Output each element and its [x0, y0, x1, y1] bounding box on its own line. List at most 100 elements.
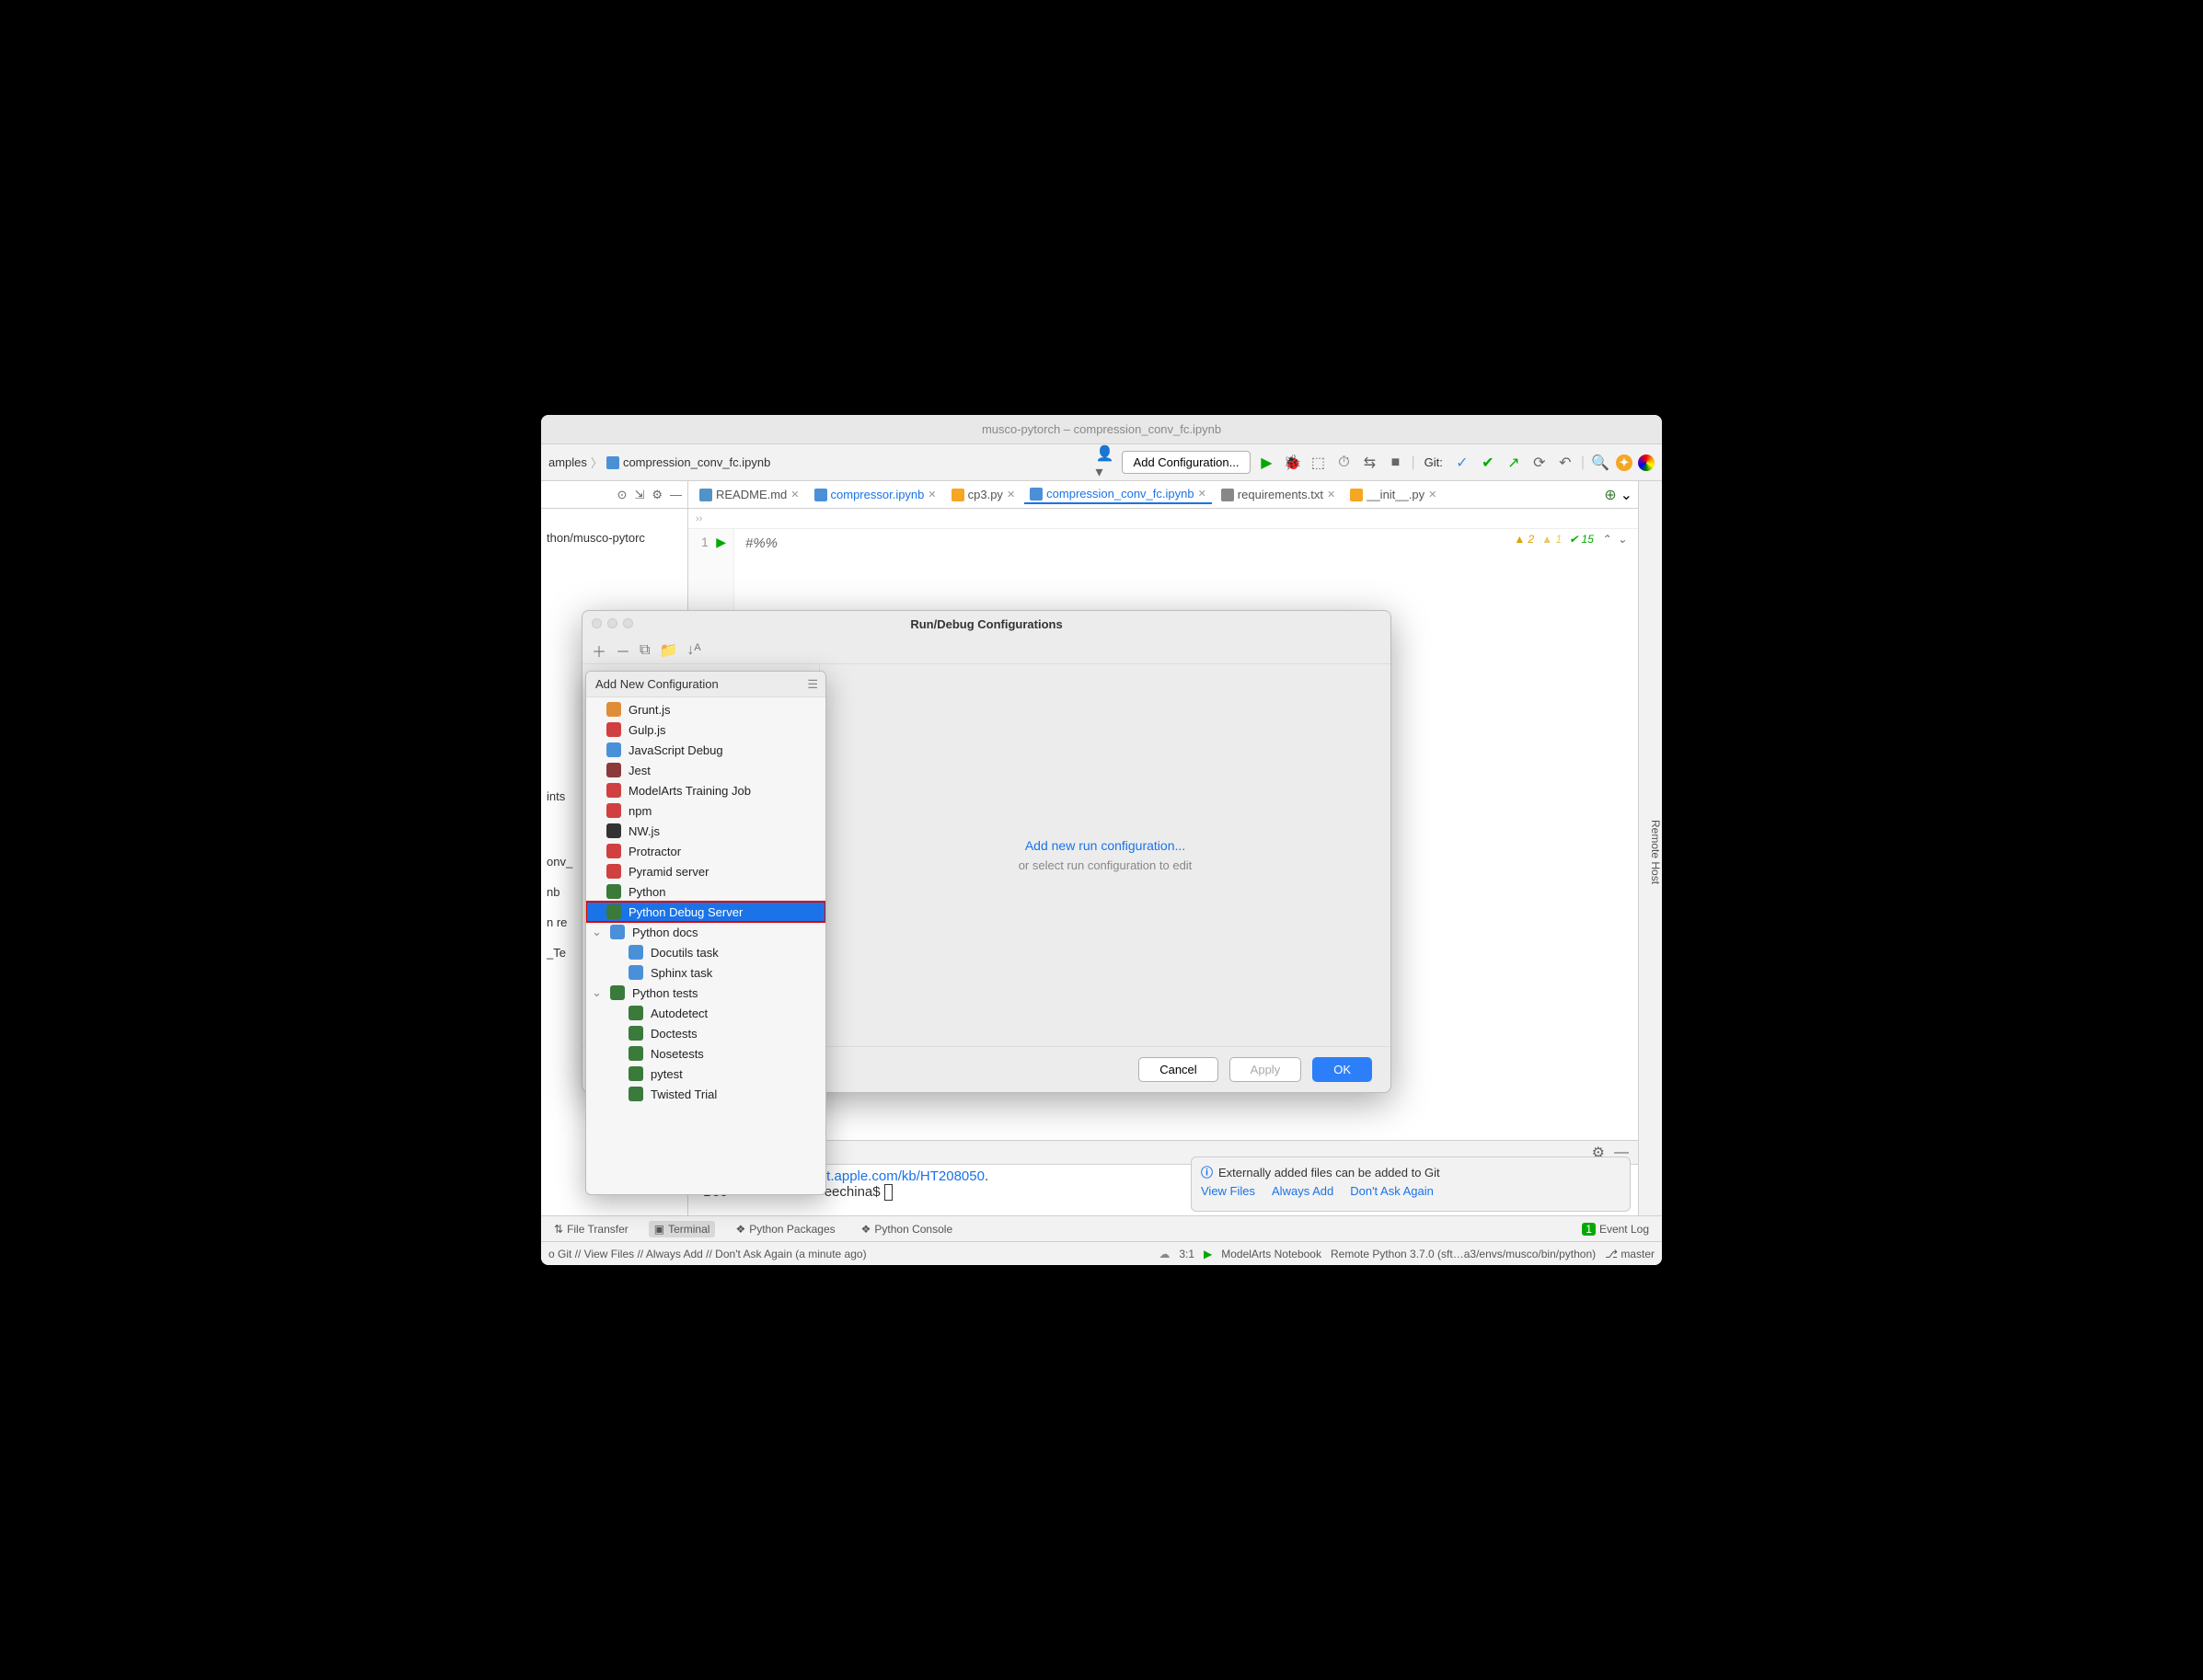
config-type-item[interactable]: Twisted Trial: [586, 1084, 825, 1104]
tab-readme[interactable]: README.md✕: [694, 486, 805, 503]
config-type-item[interactable]: ModelArts Training Job: [586, 780, 825, 800]
notebook-icon: [606, 456, 619, 469]
config-type-item[interactable]: ⌄Python docs: [586, 922, 825, 942]
config-type-item[interactable]: Gulp.js: [586, 719, 825, 740]
config-type-item[interactable]: Docutils task: [586, 942, 825, 962]
notebook-icon: [814, 489, 827, 501]
dont-ask-link[interactable]: Don't Ask Again: [1350, 1184, 1434, 1198]
tab-cp3[interactable]: cp3.py✕: [946, 486, 1021, 503]
config-type-item[interactable]: Python Debug Server: [586, 902, 825, 922]
remote-host-tab[interactable]: Remote Host: [1649, 820, 1662, 884]
interpreter[interactable]: Remote Python 3.7.0 (sft…a3/envs/musco/b…: [1331, 1248, 1596, 1260]
expand-all-icon[interactable]: ⇲: [634, 488, 644, 502]
code-with-me-icon[interactable]: [1638, 455, 1655, 471]
run-icon[interactable]: ▶: [1256, 453, 1276, 473]
config-type-item[interactable]: Grunt.js: [586, 699, 825, 719]
git-notification: ⓘExternally added files can be added to …: [1191, 1156, 1631, 1212]
close-icon[interactable]: ✕: [790, 489, 799, 501]
apply-button[interactable]: Apply: [1229, 1057, 1302, 1082]
config-type-item[interactable]: Jest: [586, 760, 825, 780]
ide-settings-icon[interactable]: ✦: [1616, 455, 1632, 471]
tab-init[interactable]: __init__.py✕: [1344, 486, 1442, 503]
python-console-tab[interactable]: ❖ Python Console: [856, 1221, 959, 1237]
add-cell-icon[interactable]: ⊕: [1604, 486, 1616, 504]
config-type-item[interactable]: npm: [586, 800, 825, 821]
terminal-panel[interactable]: easxxxxxxxxxxxxxxrt.apple.com/kb/HT20805…: [688, 1164, 1638, 1215]
tab-requirements[interactable]: requirements.txt✕: [1216, 486, 1341, 503]
breadcrumb-file[interactable]: compression_conv_fc.ipynb: [623, 455, 770, 469]
config-type-item[interactable]: Nosetests: [586, 1043, 825, 1064]
config-type-item[interactable]: Doctests: [586, 1023, 825, 1043]
git-pull-icon[interactable]: ✓: [1452, 453, 1472, 473]
cancel-button[interactable]: Cancel: [1138, 1057, 1217, 1082]
config-type-item[interactable]: Autodetect: [586, 1003, 825, 1023]
chevron-down-icon[interactable]: ⌄: [1618, 533, 1627, 546]
popup-header: Add New Configuration ☰: [586, 672, 825, 697]
python-packages-tab[interactable]: ❖ Python Packages: [730, 1221, 840, 1237]
config-type-item[interactable]: NW.js: [586, 821, 825, 841]
coverage-icon[interactable]: ⬚: [1308, 453, 1328, 473]
git-push-icon[interactable]: ↗: [1504, 453, 1524, 473]
config-type-item[interactable]: Protractor: [586, 841, 825, 861]
inspection-widget[interactable]: ▲ 2 ▲ 1 ✔ 15 ⌃ ⌄: [1514, 533, 1627, 546]
add-new-config-link[interactable]: Add new run configuration...: [1025, 838, 1185, 853]
chevron-up-icon[interactable]: ⌃: [1601, 533, 1610, 546]
bottom-tabs: ⇅ File Transfer ▣ Terminal ❖ Python Pack…: [541, 1215, 1662, 1241]
filter-icon[interactable]: ☰: [807, 677, 818, 692]
zoom-window-icon[interactable]: [623, 618, 633, 628]
save-template-icon[interactable]: 📁: [659, 641, 677, 660]
search-icon[interactable]: 🔍: [1590, 453, 1610, 473]
close-icon[interactable]: ✕: [1007, 489, 1015, 501]
config-type-item[interactable]: Sphinx task: [586, 962, 825, 983]
cursor-position[interactable]: 3:1: [1179, 1248, 1194, 1260]
terminal-tab[interactable]: ▣ Terminal: [649, 1221, 716, 1237]
stop-icon[interactable]: ■: [1385, 453, 1405, 473]
copy-icon[interactable]: ⧉: [640, 642, 650, 659]
revert-icon[interactable]: ↶: [1555, 453, 1575, 473]
editor-breadcrumb: ››: [688, 509, 1638, 529]
run-cell-icon[interactable]: ▶: [716, 535, 726, 549]
event-log-tab[interactable]: 1 Event Log: [1576, 1221, 1655, 1237]
config-type-item[interactable]: JavaScript Debug: [586, 740, 825, 760]
chevron-down-icon[interactable]: ⌄: [1621, 486, 1632, 504]
minimize-window-icon[interactable]: [607, 618, 617, 628]
warning-icon[interactable]: ▲ 2: [1514, 533, 1534, 546]
ok-button[interactable]: OK: [1312, 1057, 1372, 1082]
file-transfer-tab[interactable]: ⇅ File Transfer: [548, 1221, 634, 1237]
breadcrumb[interactable]: amples 〉 compression_conv_fc.ipynb: [548, 454, 770, 471]
config-type-item[interactable]: ⌄Python tests: [586, 983, 825, 1003]
tab-compression-conv-fc[interactable]: compression_conv_fc.ipynb✕: [1024, 485, 1212, 504]
sort-icon[interactable]: ↓ᴬ: [686, 642, 700, 659]
git-commit-icon[interactable]: ✔: [1478, 453, 1498, 473]
markdown-icon: [699, 489, 712, 501]
close-icon[interactable]: ✕: [928, 489, 936, 501]
debug-icon[interactable]: 🐞: [1282, 453, 1302, 473]
notebook-kernel[interactable]: ModelArts Notebook: [1221, 1248, 1321, 1260]
run-icon[interactable]: ▶: [1204, 1248, 1212, 1260]
hide-icon[interactable]: —: [670, 488, 682, 501]
breadcrumb-folder[interactable]: amples: [548, 455, 587, 469]
gear-icon[interactable]: ⚙: [652, 488, 663, 502]
tab-compressor[interactable]: compressor.ipynb✕: [809, 486, 942, 503]
close-window-icon[interactable]: [592, 618, 602, 628]
config-type-item[interactable]: Python: [586, 881, 825, 902]
profile-icon[interactable]: ⏱: [1333, 453, 1354, 473]
config-type-item[interactable]: Pyramid server: [586, 861, 825, 881]
attach-icon[interactable]: ⇆: [1359, 453, 1379, 473]
select-opened-icon[interactable]: ⊙: [617, 488, 628, 502]
typo-icon[interactable]: ✔ 15: [1569, 533, 1594, 546]
add-icon[interactable]: ＋: [592, 639, 606, 662]
remove-icon[interactable]: －: [616, 639, 630, 662]
close-icon[interactable]: ✕: [1327, 489, 1335, 501]
view-files-link[interactable]: View Files: [1201, 1184, 1255, 1198]
add-configuration-button[interactable]: Add Configuration...: [1122, 451, 1251, 474]
weak-warning-icon[interactable]: ▲ 1: [1541, 533, 1562, 546]
config-type-item[interactable]: pytest: [586, 1064, 825, 1084]
close-icon[interactable]: ✕: [1198, 488, 1206, 500]
git-branch[interactable]: ⎇ master: [1605, 1248, 1655, 1260]
always-add-link[interactable]: Always Add: [1272, 1184, 1333, 1198]
close-icon[interactable]: ✕: [1428, 489, 1436, 501]
remote-status-icon[interactable]: ☁: [1159, 1248, 1170, 1260]
history-icon[interactable]: ⟳: [1529, 453, 1550, 473]
user-icon[interactable]: 👤▾: [1096, 453, 1116, 473]
